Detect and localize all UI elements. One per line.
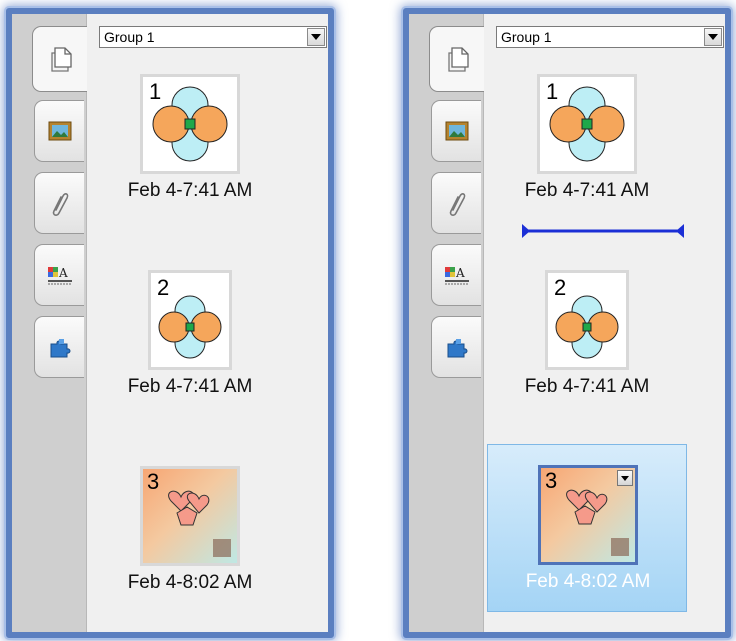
properties-icon: A (47, 266, 72, 285)
page-thumbnail-2[interactable]: 2 Feb 4-7:41 AM (487, 270, 687, 398)
page-sorter-panel-right: A Group 1 1 Feb 4-7:41 AM 2 Feb 4-7:41 A… (403, 8, 731, 638)
hearts-diagram-icon (168, 490, 231, 557)
page-caption: Feb 4-8:02 AM (525, 571, 651, 592)
tab-strip: A (409, 14, 484, 632)
tab-add-ons[interactable] (34, 316, 84, 378)
page-caption: Feb 4-7:41 AM (127, 376, 253, 397)
tab-add-ons[interactable] (431, 316, 481, 378)
page-sorter-panel-left: A Group 1 1 Feb 4-7:41 AM 2 Feb 4-7:41 A… (6, 8, 334, 638)
thumbnail-image: 2 (545, 270, 629, 370)
tab-page-sorter[interactable] (32, 26, 87, 92)
page-thumbnail-1[interactable]: 1 Feb 4-7:41 AM (90, 74, 290, 202)
drop-insertion-marker (522, 224, 684, 238)
puzzle-icon (447, 339, 467, 358)
tab-page-sorter[interactable] (429, 26, 484, 92)
circles-diagram-icon (152, 86, 228, 162)
gallery-icon (445, 121, 468, 141)
group-dropdown-value: Group 1 (104, 29, 155, 45)
chevron-down-icon[interactable] (704, 28, 722, 46)
group-dropdown[interactable]: Group 1 (496, 26, 724, 48)
group-dropdown[interactable]: Group 1 (99, 26, 327, 48)
tab-attachments[interactable] (34, 172, 84, 234)
page-thumbnail-3[interactable]: 3 Feb 4-8:02 AM (488, 465, 688, 593)
page-thumbnail-3[interactable]: 3 Feb 4-8:02 AM (90, 466, 290, 594)
circles-diagram-icon (158, 295, 222, 359)
page-caption: Feb 4-7:41 AM (524, 180, 650, 201)
tab-attachments[interactable] (431, 172, 481, 234)
page-menu-dropdown-icon[interactable] (617, 470, 633, 486)
page-caption: Feb 4-8:02 AM (127, 572, 253, 593)
svg-text:A: A (58, 266, 68, 280)
chevron-down-icon[interactable] (307, 28, 325, 46)
circles-diagram-icon (555, 295, 619, 359)
circles-diagram-icon (549, 86, 625, 162)
page-caption: Feb 4-7:41 AM (524, 376, 650, 397)
thumbnail-image: 3 (140, 466, 240, 566)
thumbnail-image: 1 (537, 74, 637, 174)
properties-icon: A (444, 266, 469, 285)
page-caption: Feb 4-7:41 AM (127, 180, 253, 201)
thumbnail-image: 3 (538, 465, 638, 565)
page-icon (51, 47, 72, 72)
thumbnail-image: 1 (140, 74, 240, 174)
group-dropdown-value: Group 1 (501, 29, 552, 45)
thumbnail-image: 2 (148, 270, 232, 370)
svg-text:A: A (455, 266, 465, 280)
page-thumbnail-2[interactable]: 2 Feb 4-7:41 AM (90, 270, 290, 398)
tab-properties[interactable]: A (34, 244, 84, 306)
tab-strip: A (12, 14, 87, 632)
page-thumbnail-1[interactable]: 1 Feb 4-7:41 AM (487, 74, 687, 202)
selected-page-highlight[interactable]: 3 Feb 4-8:02 AM (487, 444, 687, 612)
paperclip-icon (52, 193, 68, 216)
paperclip-icon (449, 193, 465, 216)
tab-gallery[interactable] (34, 100, 84, 162)
page-list: Group 1 1 Feb 4-7:41 AM 2 Feb 4-7:41 AM … (87, 14, 328, 632)
puzzle-icon (50, 339, 70, 358)
page-list: Group 1 1 Feb 4-7:41 AM 2 Feb 4-7:41 AM … (484, 14, 725, 632)
tab-properties[interactable]: A (431, 244, 481, 306)
gallery-icon (48, 121, 71, 141)
tab-gallery[interactable] (431, 100, 481, 162)
page-icon (448, 47, 469, 72)
